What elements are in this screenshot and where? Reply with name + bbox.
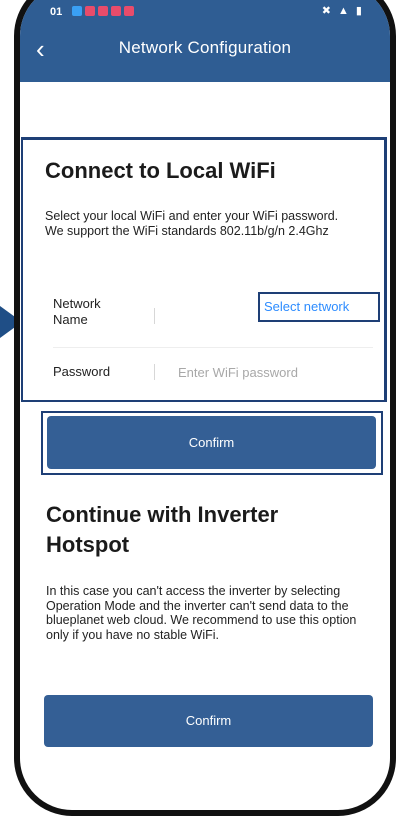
page-title: Network Configuration (118, 38, 292, 57)
phone-frame: 01 ✖ ▲ ▮ ‹ Network Configuration Connect… (14, 0, 396, 816)
system-status-icons: ✖ ▲ ▮ (321, 5, 364, 17)
confirm-wifi-button[interactable]: Confirm (47, 416, 376, 469)
network-name-label: Network Name (53, 296, 101, 327)
field-divider (154, 308, 155, 324)
wifi-section-title: Connect to Local WiFi (45, 158, 276, 183)
notification-icon (98, 6, 108, 16)
row-separator (53, 347, 373, 348)
notification-icons (72, 6, 134, 16)
hotspot-section-description: In this case you can't access the invert… (46, 584, 357, 642)
wifi-section-card: Connect to Local WiFi Select your local … (21, 137, 387, 402)
status-time: 01 (50, 6, 63, 18)
notification-icon (72, 6, 82, 16)
password-input[interactable] (178, 363, 358, 381)
status-bar: 01 ✖ ▲ ▮ (20, 0, 390, 20)
confirm-highlight-frame: Confirm (41, 411, 383, 475)
select-network-button[interactable]: Select network (258, 292, 380, 322)
wifi-section-description: Select your local WiFi and enter your Wi… (45, 209, 339, 238)
field-divider (154, 364, 155, 380)
notification-icon (111, 6, 121, 16)
hotspot-section-title: Continue with Inverter Hotspot (46, 502, 279, 557)
confirm-hotspot-button[interactable]: Confirm (44, 695, 373, 747)
notification-icon (85, 6, 95, 16)
password-label: Password (53, 364, 111, 379)
notification-icon (124, 6, 134, 16)
header-bar: ‹ Network Configuration (20, 20, 390, 82)
